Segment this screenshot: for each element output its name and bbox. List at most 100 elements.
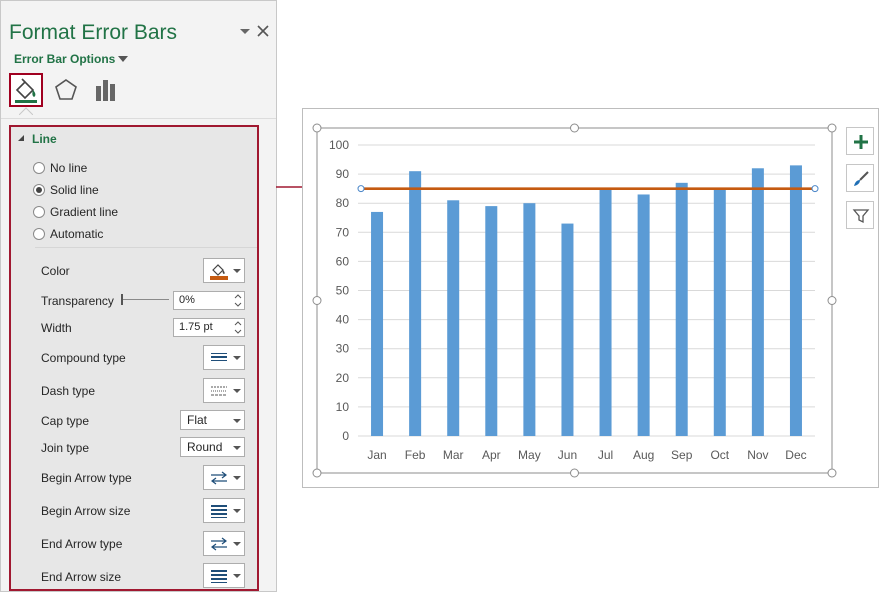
y-tick-label: 10 — [336, 400, 350, 414]
chart-container[interactable]: 0 10 20 30 40 50 60 70 80 90 100 Jan Feb Mar Apr May Jun… — [302, 108, 879, 488]
radio-button[interactable] — [33, 184, 45, 196]
compound-type-label: Compound type — [41, 351, 126, 365]
y-tick-label: 40 — [336, 313, 350, 327]
tab-effects[interactable] — [49, 73, 83, 107]
y-tick-label: 80 — [336, 196, 350, 210]
effects-pentagon-icon — [55, 79, 77, 100]
radio-gradient-line[interactable]: Gradient line — [33, 204, 233, 222]
close-icon[interactable] — [255, 23, 271, 39]
radio-solid-line[interactable]: Solid line — [33, 182, 233, 200]
radio-automatic[interactable]: Automatic — [33, 226, 233, 244]
chart-elements-button[interactable] — [846, 127, 874, 155]
begin-arrow-size-dropdown[interactable] — [203, 498, 245, 523]
resize-handle — [827, 296, 837, 305]
chart-styles-button[interactable] — [846, 164, 874, 192]
radio-label: Automatic — [50, 227, 104, 241]
bar — [599, 188, 612, 436]
chart-elements-plus-icon — [854, 135, 868, 149]
radio-button[interactable] — [33, 206, 45, 218]
bar — [675, 182, 688, 436]
arrow-size-icon — [211, 505, 227, 518]
join-type-dropdown[interactable]: Round — [180, 437, 245, 457]
fill-line-icon — [15, 78, 37, 103]
y-tick-label: 70 — [336, 225, 350, 239]
resize-handle — [312, 468, 322, 478]
compound-lines-icon — [211, 353, 227, 361]
x-tick-label: Sep — [671, 448, 693, 462]
dash-type-label: Dash type — [41, 384, 96, 398]
column-chart[interactable]: 0 10 20 30 40 50 60 70 80 90 100 Jan Feb Mar Apr May Jun… — [303, 109, 880, 489]
radio-label: Solid line — [50, 183, 99, 197]
bar — [409, 171, 422, 436]
x-tick-label: Apr — [482, 448, 501, 462]
bar — [751, 168, 764, 436]
arrow-size-icon — [211, 570, 227, 583]
pane-divider — [1, 118, 276, 119]
x-tick-label: Jan — [367, 448, 386, 462]
color-picker-dropdown[interactable] — [203, 258, 245, 283]
y-tick-label: 0 — [342, 429, 349, 443]
y-tick-label: 100 — [329, 138, 349, 152]
radio-button[interactable] — [33, 228, 45, 240]
collapse-triangle-icon[interactable] — [17, 134, 25, 142]
chevron-down-icon — [233, 446, 241, 450]
spinner-arrows-icon[interactable] — [234, 293, 242, 308]
cap-type-dropdown[interactable]: Flat — [180, 410, 245, 430]
begin-arrow-type-label: Begin Arrow type — [41, 471, 132, 485]
transparency-slider[interactable] — [123, 299, 169, 300]
width-input[interactable]: 1.75 pt — [173, 318, 245, 337]
line-endpoint-handle — [811, 185, 819, 193]
resize-handle — [827, 468, 837, 478]
y-tick-label: 30 — [336, 342, 350, 356]
tab-fill-line[interactable] — [9, 73, 43, 107]
bar — [789, 165, 802, 436]
line-section: Line No line Solid line Gradient line Au… — [9, 125, 259, 591]
radio-label: No line — [50, 161, 88, 175]
x-tick-label: May — [518, 448, 541, 462]
chevron-down-icon — [233, 419, 241, 423]
bar — [485, 206, 498, 436]
end-arrow-type-dropdown[interactable] — [203, 531, 245, 556]
active-tab-pointer — [19, 107, 33, 115]
dash-lines-icon — [211, 386, 227, 396]
spinner-arrows-icon[interactable] — [234, 320, 242, 335]
begin-arrow-size-label: Begin Arrow size — [41, 504, 131, 518]
x-tick-label: Jul — [598, 448, 613, 462]
x-tick-label: Mar — [443, 448, 464, 462]
width-value[interactable]: 1.75 pt — [179, 321, 213, 333]
x-tick-label: Feb — [405, 448, 426, 462]
resize-handle — [312, 296, 322, 305]
begin-arrow-type-dropdown[interactable] — [203, 465, 245, 490]
chevron-down-icon — [233, 574, 241, 578]
chevron-down-icon[interactable] — [117, 54, 129, 64]
end-arrow-type-label: End Arrow type — [41, 537, 123, 551]
section-divider — [35, 247, 257, 248]
arrow-type-icon — [211, 471, 227, 485]
join-type-label: Join type — [41, 441, 90, 455]
radio-button[interactable] — [33, 162, 45, 174]
compound-type-dropdown[interactable] — [203, 345, 245, 370]
transparency-value[interactable]: 0% — [179, 294, 195, 306]
transparency-slider-thumb[interactable] — [121, 294, 123, 305]
bar — [523, 203, 536, 436]
width-label: Width — [41, 321, 72, 335]
bar — [713, 188, 726, 436]
transparency-input[interactable]: 0% — [173, 291, 245, 310]
tab-error-bar-options[interactable] — [89, 73, 123, 107]
chart-filters-button[interactable] — [846, 201, 874, 229]
error-bar-options-dropdown[interactable]: Error Bar Options — [14, 52, 115, 66]
end-arrow-size-dropdown[interactable] — [203, 563, 245, 588]
dash-type-dropdown[interactable] — [203, 378, 245, 403]
pane-options-dropdown-icon[interactable] — [237, 23, 253, 39]
bar — [561, 223, 574, 436]
chevron-down-icon — [233, 476, 241, 480]
line-section-header[interactable]: Line — [32, 132, 57, 146]
cap-type-label: Cap type — [41, 414, 90, 428]
radio-no-line[interactable]: No line — [33, 160, 233, 178]
chevron-down-icon — [233, 389, 241, 393]
paint-bucket-icon — [210, 264, 228, 280]
resize-handle — [827, 123, 837, 133]
bar-options-icon — [96, 80, 115, 101]
color-label: Color — [41, 264, 70, 278]
chevron-down-icon — [233, 269, 241, 273]
